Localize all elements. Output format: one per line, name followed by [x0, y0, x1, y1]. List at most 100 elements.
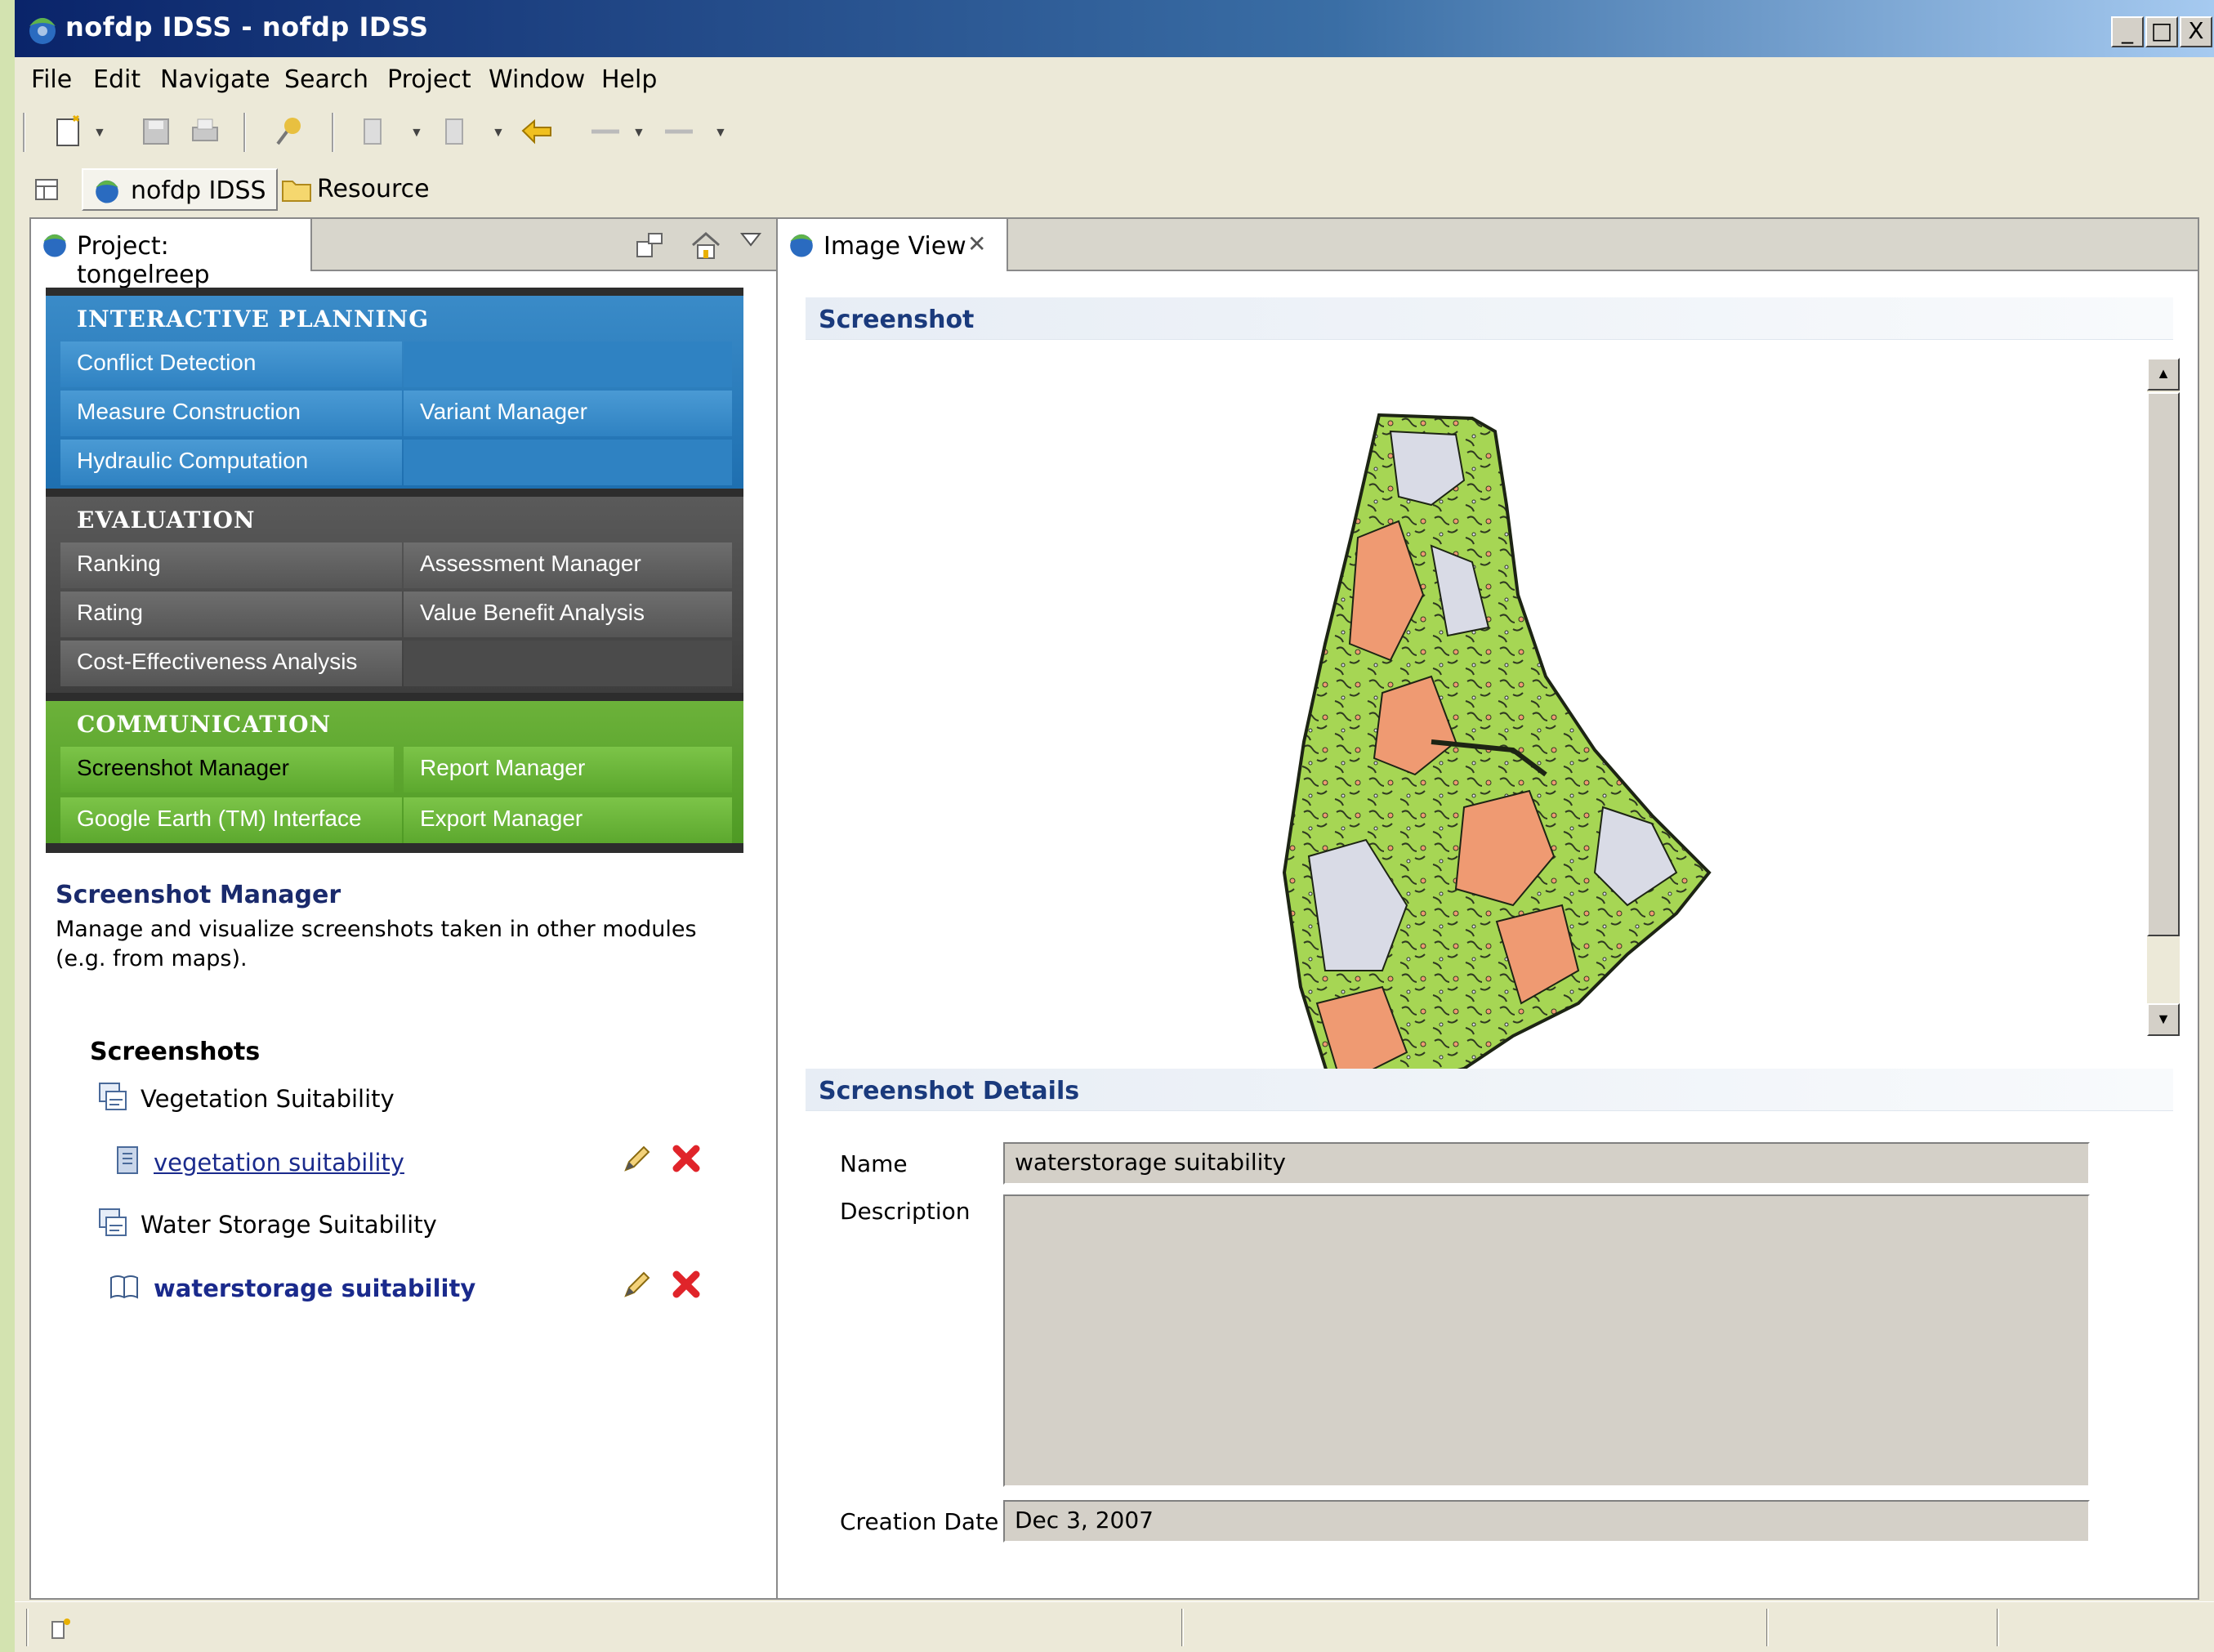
screenshot-group-label: Vegetation Suitability [141, 1085, 395, 1113]
perspective-resource-label: Resource [317, 175, 430, 203]
pin-icon[interactable] [270, 113, 307, 150]
section-interactive-planning: INTERACTIVE PLANNING Conflict Detection … [46, 288, 743, 489]
print-icon[interactable] [186, 113, 224, 150]
perspective-nofdp-idss[interactable]: nofdp IDSS [82, 168, 278, 211]
image-view: Image View ✕ Screenshot ▲ ▼ Screenshot D… [776, 217, 2199, 1600]
section-evaluation: EVALUATION Ranking Assessment Manager Ra… [46, 489, 743, 693]
details-section-header: Screenshot Details [806, 1069, 2173, 1111]
open-book-icon [110, 1275, 138, 1299]
section-communication: COMMUNICATION Screenshot Manager Report … [46, 693, 743, 853]
screenshot-group-label: Water Storage Suitability [141, 1211, 437, 1239]
menu-search[interactable]: Search [284, 65, 368, 94]
view-menu-icon[interactable] [739, 230, 763, 248]
nav-value-benefit-analysis[interactable]: Value Benefit Analysis [404, 592, 732, 637]
forward-icon[interactable] [660, 113, 698, 150]
nav-report-manager[interactable]: Report Manager [404, 747, 732, 793]
nav-measure-construction[interactable]: Measure Construction [60, 391, 402, 436]
nofdp-perspective-icon [96, 180, 118, 203]
menu-window[interactable]: Window [489, 65, 585, 94]
section-title-communication: COMMUNICATION [77, 711, 332, 738]
open-perspective-icon[interactable] [31, 173, 64, 206]
edit-pencil-icon[interactable] [619, 1268, 652, 1301]
nav-cost-effectiveness-analysis[interactable]: Cost-Effectiveness Analysis [60, 641, 402, 686]
fast-view-icon[interactable] [47, 1615, 75, 1643]
screenshots-title: Screenshots [90, 1038, 261, 1066]
project-view: Project: tongelreep INTERACTIVE PLANNING… [29, 217, 781, 1600]
forward-dropdown-icon[interactable]: ▼ [714, 126, 727, 141]
nofdp-app-icon [29, 18, 56, 44]
delete-icon[interactable] [670, 1268, 703, 1301]
image-view-tab-icon [790, 234, 813, 257]
delete-icon[interactable] [670, 1142, 703, 1175]
edit-pencil-icon[interactable] [619, 1142, 652, 1175]
back-dropdown-icon[interactable]: ▼ [632, 126, 645, 141]
screenshot-link-vegetation[interactable]: vegetation suitability [154, 1149, 404, 1176]
next-annotation-icon[interactable] [355, 113, 392, 150]
perspective-resource[interactable]: Resource [270, 168, 440, 211]
menu-file[interactable]: File [31, 65, 72, 94]
scroll-thumb[interactable] [2147, 392, 2180, 936]
last-edit-location-icon[interactable] [518, 113, 556, 150]
home-icon[interactable] [690, 229, 722, 261]
application-window: nofdp IDSS - nofdp IDSS _ □ X File Edit … [15, 0, 2214, 1652]
creation-date-label: Creation Date [840, 1508, 999, 1535]
image-view-tabrow: Image View ✕ [778, 219, 2198, 271]
screenshot-link-waterstorage[interactable]: waterstorage suitability [154, 1275, 475, 1302]
nav-assessment-manager[interactable]: Assessment Manager [404, 542, 732, 588]
new-icon[interactable] [51, 113, 88, 150]
nav-empty-cell [404, 440, 732, 485]
nav-export-manager[interactable]: Export Manager [404, 797, 732, 843]
minimize-button[interactable]: _ [2111, 16, 2144, 47]
menu-help[interactable]: Help [601, 65, 657, 94]
project-view-tabrow: Project: tongelreep [31, 219, 779, 289]
image-scrollbar[interactable]: ▲ ▼ [2147, 358, 2180, 1036]
module-description-line-2: (e.g. from maps). [56, 946, 248, 971]
project-tab-label: Project: tongelreep [77, 232, 210, 289]
title-bar: nofdp IDSS - nofdp IDSS _ □ X [15, 0, 2214, 57]
main-toolbar: ▼ ▼ ▼ ▼ ▼ [15, 103, 2214, 163]
window-title: nofdp IDSS - nofdp IDSS [65, 11, 429, 42]
screenshot-group-icon [99, 1208, 127, 1236]
perspective-nofdp-label: nofdp IDSS [131, 176, 266, 205]
prev-annotation-icon[interactable] [436, 113, 474, 150]
save-icon[interactable] [137, 113, 175, 150]
nav-rating[interactable]: Rating [60, 592, 402, 637]
nav-conflict-detection[interactable]: Conflict Detection [60, 342, 402, 387]
module-description-line-1: Manage and visualize screenshots taken i… [56, 917, 697, 942]
menu-bar: File Edit Navigate Search Project Window… [15, 57, 2214, 103]
menu-edit[interactable]: Edit [93, 65, 141, 94]
section-title-evaluation: EVALUATION [77, 507, 256, 534]
screenshot-section-title: Screenshot [819, 306, 975, 334]
description-field[interactable] [1003, 1194, 2090, 1487]
description-label: Description [840, 1198, 971, 1225]
nav-empty-cell [404, 342, 732, 387]
details-section-title: Screenshot Details [819, 1077, 1080, 1105]
screenshot-group-icon [99, 1083, 127, 1110]
tab-image-view[interactable]: Image View ✕ [778, 219, 1008, 271]
collapse-icon[interactable] [634, 230, 667, 261]
close-tab-icon[interactable]: ✕ [967, 230, 986, 257]
prev-annotation-dropdown-icon[interactable]: ▼ [492, 126, 505, 141]
menu-project[interactable]: Project [387, 65, 471, 94]
close-button[interactable]: X [2180, 16, 2212, 47]
nav-google-earth-interface[interactable]: Google Earth (TM) Interface [60, 797, 402, 843]
nav-variant-manager[interactable]: Variant Manager [404, 391, 732, 436]
scroll-down-arrow-icon[interactable]: ▼ [2147, 1003, 2180, 1036]
tab-project[interactable]: Project: tongelreep [31, 219, 312, 289]
scroll-up-arrow-icon[interactable]: ▲ [2147, 358, 2180, 391]
maximize-button[interactable]: □ [2145, 16, 2178, 47]
new-dropdown-arrow-icon[interactable]: ▼ [93, 126, 106, 141]
next-annotation-dropdown-icon[interactable]: ▼ [410, 126, 423, 141]
creation-date-field[interactable]: Dec 3, 2007 [1003, 1500, 2090, 1543]
menu-navigate[interactable]: Navigate [160, 65, 270, 94]
nav-hydraulic-computation[interactable]: Hydraulic Computation [60, 440, 402, 485]
nav-ranking[interactable]: Ranking [60, 542, 402, 588]
section-title-planning: INTERACTIVE PLANNING [77, 306, 430, 333]
screenshot-map-image [1282, 413, 1712, 1096]
nav-screenshot-manager[interactable]: Screenshot Manager [60, 747, 394, 793]
name-label: Name [840, 1150, 908, 1177]
project-tab-icon [43, 234, 66, 257]
name-field[interactable]: waterstorage suitability [1003, 1142, 2090, 1185]
status-bar [15, 1601, 2214, 1652]
back-icon[interactable] [587, 113, 624, 150]
